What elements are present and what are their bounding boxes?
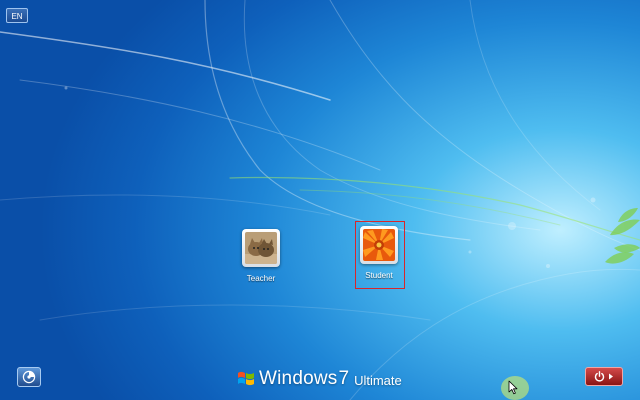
mouse-pointer-icon (508, 380, 518, 395)
windows-branding: Windows 7 Ultimate (237, 368, 402, 390)
brand-word: Windows (259, 368, 338, 389)
language-indicator-button[interactable]: EN (6, 8, 28, 23)
user-tile-student[interactable]: Student (353, 221, 405, 289)
ease-of-access-icon (22, 370, 36, 384)
power-icon (594, 371, 605, 382)
selection-highlight (355, 221, 405, 289)
teacher-user-name: Teacher (246, 274, 276, 283)
teacher-user-picture (242, 229, 280, 267)
windows-flag-icon (238, 371, 254, 386)
brand-edition: Ultimate (354, 373, 402, 388)
wallpaper-decoration (0, 0, 640, 400)
brand-version: 7 (338, 368, 350, 389)
logon-screen: EN Teacher Student Windows 7 Ultimate (0, 0, 640, 400)
user-tile-teacher[interactable]: Teacher (235, 224, 287, 283)
chevron-right-icon[interactable] (608, 373, 614, 380)
shutdown-button[interactable] (585, 367, 623, 386)
ease-of-access-button[interactable] (17, 367, 41, 387)
